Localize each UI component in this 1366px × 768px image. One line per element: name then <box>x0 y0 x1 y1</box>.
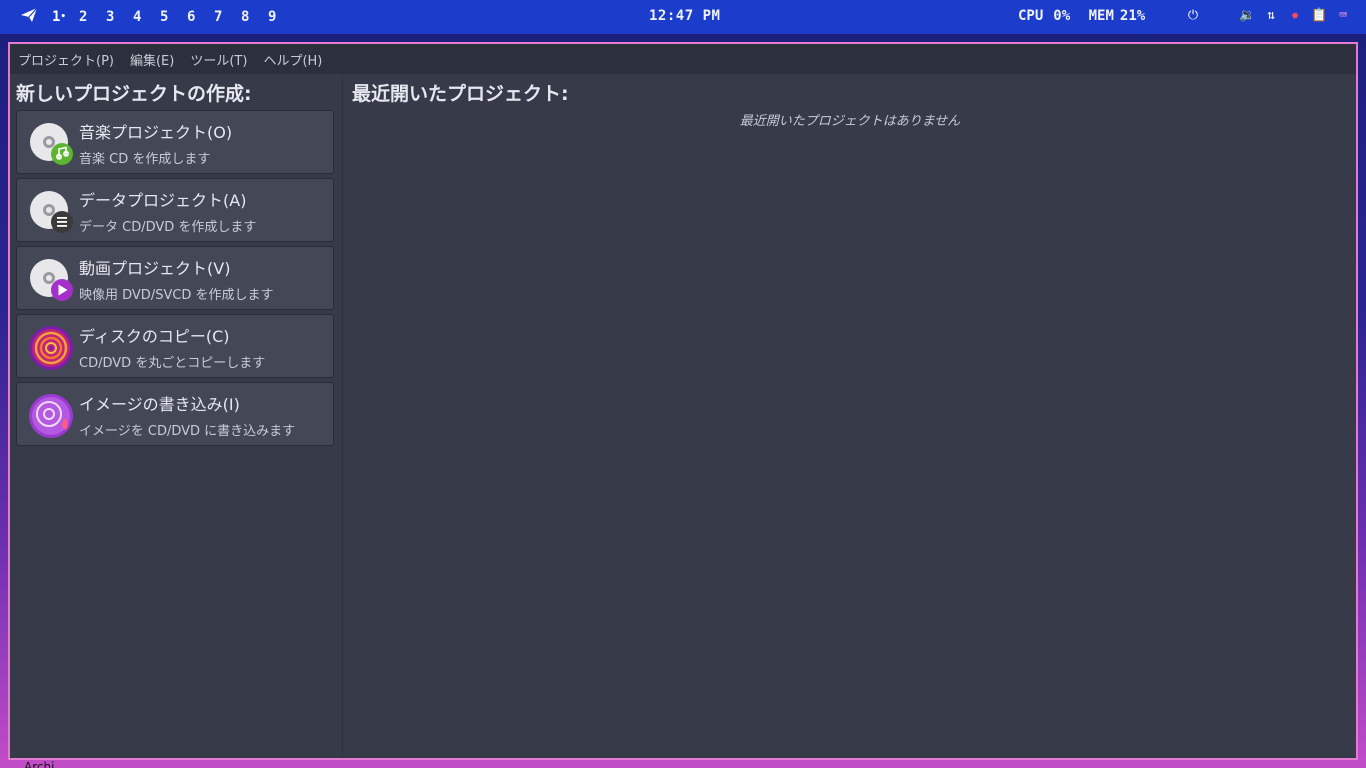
new-project-panel: 新しいプロジェクトの作成: 音楽プロジェクト(O) 音楽 CD を作成します デ… <box>10 74 343 758</box>
audio-project-desc: 音楽 CD を作成します <box>79 152 211 167</box>
workspace-4[interactable]: 4 <box>133 9 160 25</box>
recent-projects-panel: 最近開いたプロジェクト: 最近開いたプロジェクトはありません <box>344 74 1356 758</box>
recent-projects-title: 最近開いたプロジェクト: <box>352 83 569 105</box>
disc-copy-desc: CD/DVD を丸ごとコピーします <box>79 356 266 371</box>
cpu-value: 0% <box>1053 8 1071 24</box>
menu-bar: プロジェクト(P) 編集(E) ツール(T) ヘルプ(H) <box>10 44 1356 74</box>
video-project-button[interactable]: 動画プロジェクト(V) 映像用 DVD/SVCD を作成します <box>16 246 334 310</box>
data-project-desc: データ CD/DVD を作成します <box>79 220 257 235</box>
recent-empty-message: 最近開いたプロジェクトはありません <box>739 114 961 129</box>
workspace-8[interactable]: 8 <box>241 9 268 25</box>
top-panel: 1• 2 3 4 5 6 7 8 9 12:47 PM CPU 0% MEM 21%… <box>0 0 1366 34</box>
network-icon[interactable]: ⇅ <box>1263 8 1279 24</box>
menu-tools[interactable]: ツール(T) <box>190 50 247 69</box>
mem-label: MEM <box>1088 8 1114 24</box>
audio-disc-icon <box>27 120 75 168</box>
data-project-title: データプロジェクト(A) <box>79 191 247 210</box>
menu-help[interactable]: ヘルプ(H) <box>263 50 322 69</box>
volume-icon[interactable]: 🔉 <box>1239 8 1255 24</box>
workspace-2[interactable]: 2 <box>79 9 106 25</box>
disc-copy-title: ディスクのコピー(C) <box>79 327 230 346</box>
system-monitor: CPU 0% MEM 21% <box>1018 8 1155 24</box>
data-disc-icon <box>27 188 75 236</box>
data-project-button[interactable]: データプロジェクト(A) データ CD/DVD を作成します <box>16 178 334 242</box>
video-project-title: 動画プロジェクト(V) <box>79 259 231 278</box>
clock[interactable]: 12:47 PM <box>649 8 720 24</box>
workspace-3[interactable]: 3 <box>106 9 133 25</box>
power-icon[interactable]: ⏻ <box>1185 8 1201 24</box>
system-tray: ⏻ 🔉 ⇅ ✹ 📋 ⌨ <box>1185 8 1351 24</box>
video-project-desc: 映像用 DVD/SVCD を作成します <box>79 288 274 303</box>
video-disc-icon <box>27 256 75 304</box>
image-burn-desc: イメージを CD/DVD に書き込みます <box>79 424 296 439</box>
workspace-5[interactable]: 5 <box>160 9 187 25</box>
cpu-label: CPU <box>1018 8 1044 24</box>
menu-project[interactable]: プロジェクト(P) <box>18 50 114 69</box>
keyboard-icon[interactable]: ⌨ <box>1335 8 1351 24</box>
audio-project-title: 音楽プロジェクト(O) <box>79 123 233 142</box>
desktop-text: Archi <box>24 760 55 768</box>
launcher-icon[interactable] <box>20 7 48 27</box>
workspace-7[interactable]: 7 <box>214 9 241 25</box>
new-project-title: 新しいプロジェクトの作成: <box>16 83 252 105</box>
brasero-window: プロジェクト(P) 編集(E) ツール(T) ヘルプ(H) 新しいプロジェクトの… <box>8 42 1358 760</box>
clipboard-icon[interactable]: 📋 <box>1311 8 1327 24</box>
workspace-9[interactable]: 9 <box>268 9 295 25</box>
workspace-switcher: 1• 2 3 4 5 6 7 8 9 <box>20 7 295 27</box>
image-burn-icon <box>27 392 75 440</box>
workspace-6[interactable]: 6 <box>187 9 214 25</box>
audio-project-button[interactable]: 音楽プロジェクト(O) 音楽 CD を作成します <box>16 110 334 174</box>
menu-edit[interactable]: 編集(E) <box>130 50 174 69</box>
bug-icon[interactable]: ✹ <box>1287 8 1303 24</box>
workspace-1[interactable]: 1• <box>52 9 79 25</box>
disc-copy-icon <box>27 324 75 372</box>
image-burn-title: イメージの書き込み(I) <box>79 395 240 414</box>
image-burn-button[interactable]: イメージの書き込み(I) イメージを CD/DVD に書き込みます <box>16 382 334 446</box>
disc-copy-button[interactable]: ディスクのコピー(C) CD/DVD を丸ごとコピーします <box>16 314 334 378</box>
mem-value: 21% <box>1119 8 1146 24</box>
